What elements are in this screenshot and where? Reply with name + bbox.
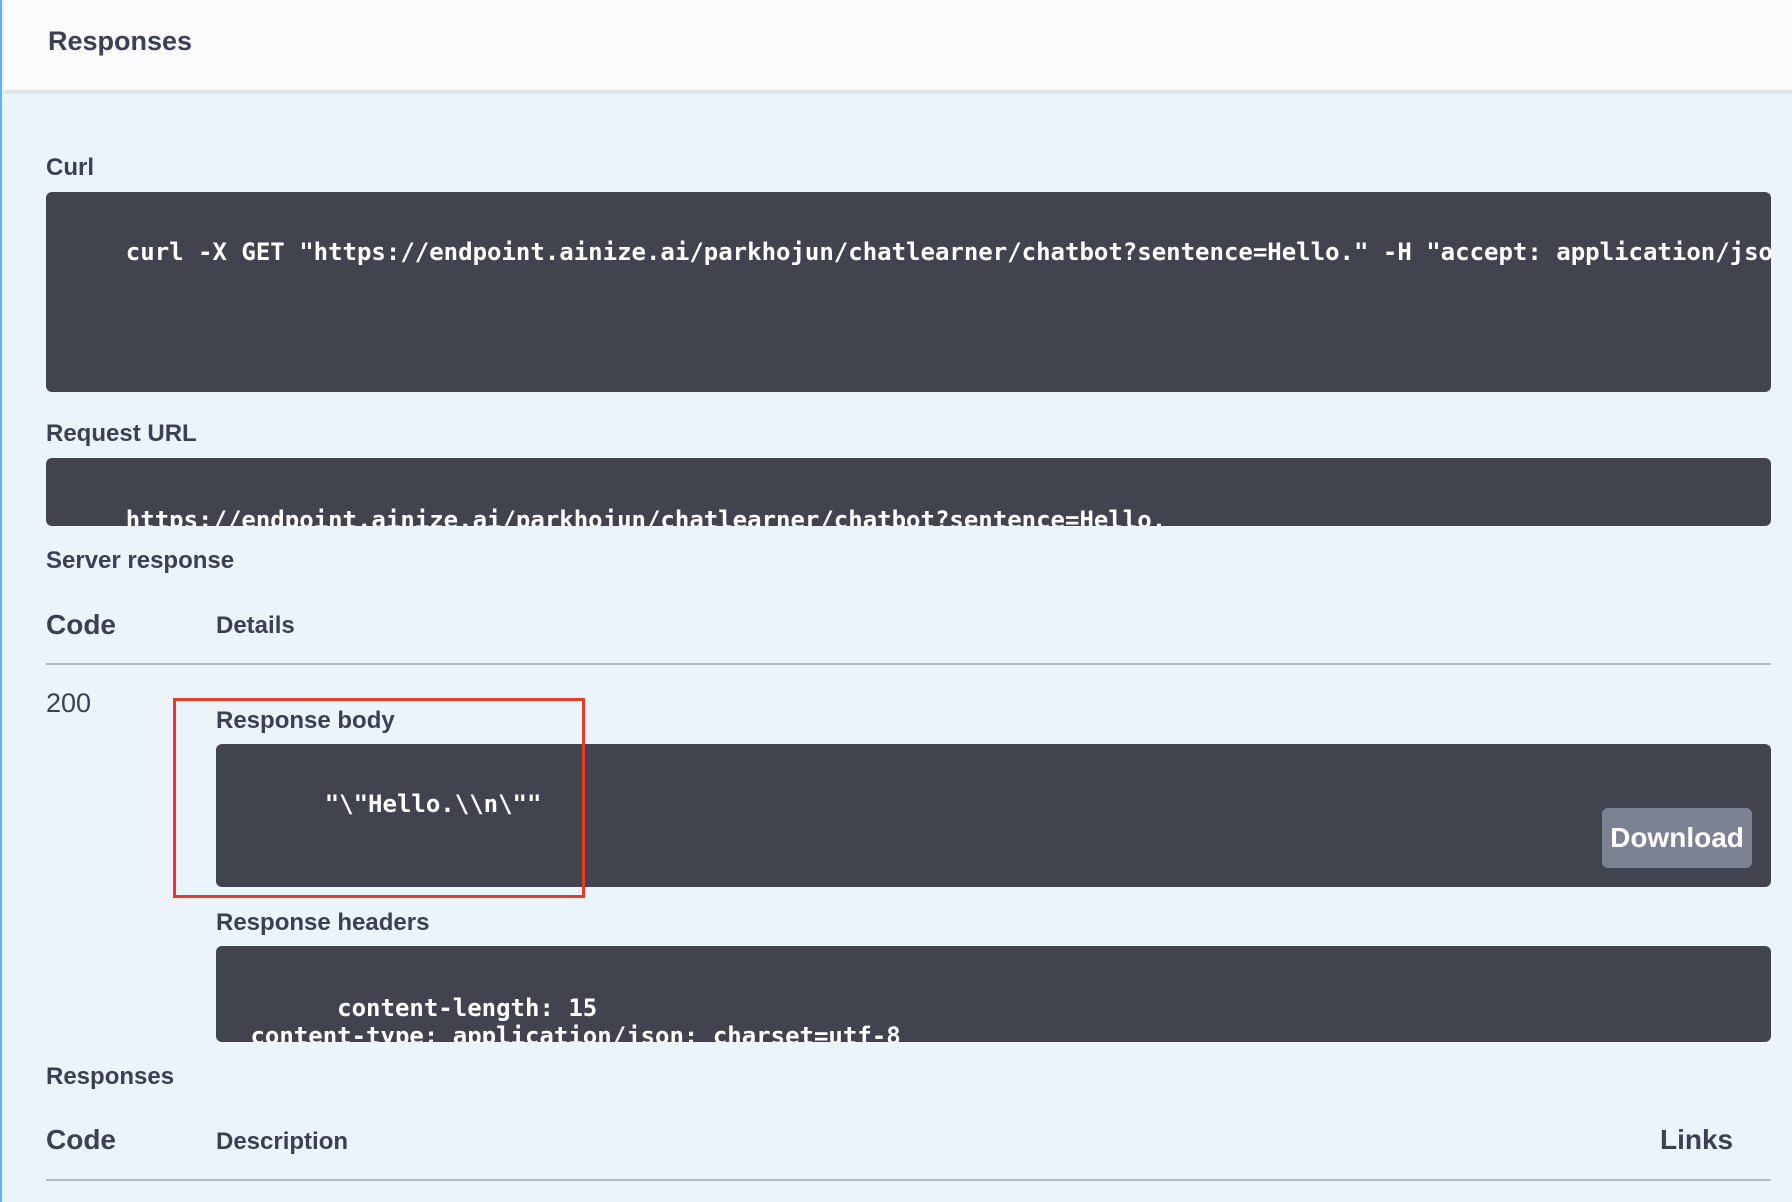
status-code: 200 <box>46 688 92 718</box>
response-headers-box[interactable]: content-length: 15 content-type: applica… <box>216 946 1771 1042</box>
server-response-code-header: Code <box>46 609 116 640</box>
curl-label: Curl <box>46 154 94 181</box>
server-response-details-header: Details <box>216 612 295 639</box>
curl-command-text: curl -X GET "https://endpoint.ainize.ai/… <box>125 238 1771 266</box>
server-response-divider <box>46 663 1771 665</box>
download-button[interactable]: Download <box>1602 808 1752 868</box>
request-url-label: Request URL <box>46 420 197 447</box>
curl-command-box[interactable]: curl -X GET "https://endpoint.ainize.ai/… <box>46 192 1771 392</box>
response-body-text: "\"Hello.\\n\"" <box>324 790 542 818</box>
operation-panel: Responses Curl curl -X GET "https://endp… <box>0 0 1792 1202</box>
response-headers-text: content-length: 15 content-type: applica… <box>250 994 901 1042</box>
response-headers-label: Response headers <box>216 909 430 936</box>
response-body-box[interactable]: "\"Hello.\\n\"" <box>216 744 1771 887</box>
responses-table-label: Responses <box>46 1063 175 1090</box>
request-url-text: https://endpoint.ainize.ai/parkhojun/cha… <box>125 506 1167 526</box>
responses-section-title: Responses <box>48 26 193 56</box>
request-url-box[interactable]: https://endpoint.ainize.ai/parkhojun/cha… <box>46 458 1771 526</box>
response-body-label: Response body <box>216 707 395 734</box>
server-response-label: Server response <box>46 547 235 574</box>
responses-section-header: Responses <box>4 0 1792 92</box>
responses-description-header: Description <box>216 1128 349 1155</box>
responses-table-divider <box>46 1179 1771 1181</box>
responses-code-header: Code <box>46 1124 116 1155</box>
responses-links-header: Links <box>1660 1124 1734 1155</box>
